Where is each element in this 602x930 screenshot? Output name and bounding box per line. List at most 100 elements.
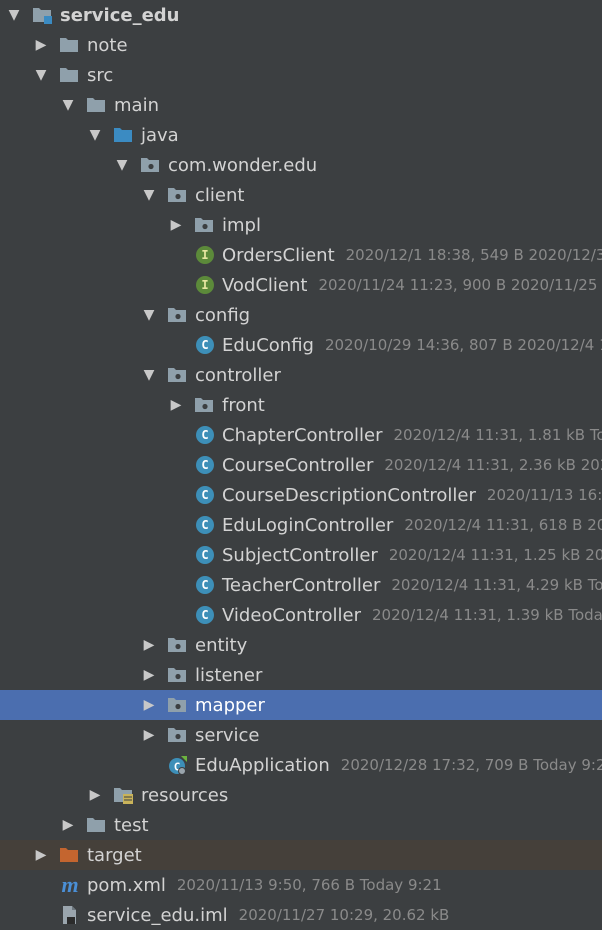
tree-row-service[interactable]: ▶ service bbox=[0, 720, 602, 750]
tree-row-ordersclient[interactable]: I OrdersClient 2020/12/1 18:38, 549 B 2020… bbox=[0, 240, 602, 270]
tree-row-vodclient[interactable]: I VodClient 2020/11/24 11:23, 900 B 2020/1… bbox=[0, 270, 602, 300]
tree-row-controller[interactable]: ▼ controller bbox=[0, 360, 602, 390]
tree-row-eduapplication[interactable]: C EduApplication 2020/12/28 17:32, 709 B T… bbox=[0, 750, 602, 780]
tree-row-label: TeacherController bbox=[222, 574, 381, 596]
tree-row-front[interactable]: ▶ front bbox=[0, 390, 602, 420]
tree-row-label: SubjectController bbox=[222, 544, 378, 566]
tree-row-meta: 2020/12/1 18:38, 549 B 2020/12/3 bbox=[345, 246, 602, 264]
tree-row-chaptercontroller[interactable]: C ChapterController 2020/12/4 11:31, 1.81 … bbox=[0, 420, 602, 450]
tree-row-java[interactable]: ▼ java bbox=[0, 120, 602, 150]
tree-row-coursecontroller[interactable]: C CourseController 2020/12/4 11:31, 2.36 k… bbox=[0, 450, 602, 480]
tree-row-label: service_edu.iml bbox=[87, 904, 228, 926]
class-icon-letter: C bbox=[196, 486, 214, 504]
tree-row-label: entity bbox=[195, 634, 248, 656]
collapse-arrow-icon[interactable]: ▶ bbox=[87, 780, 103, 810]
class-icon: C bbox=[194, 450, 216, 480]
package-icon bbox=[167, 630, 189, 660]
arrow-spacer bbox=[168, 420, 184, 450]
tree-row-videocontroller[interactable]: C VideoController 2020/12/4 11:31, 1.39 kB… bbox=[0, 600, 602, 630]
tree-row-label: mapper bbox=[195, 694, 265, 716]
folder-icon bbox=[59, 30, 81, 60]
arrow-spacer bbox=[33, 870, 49, 900]
tree-row-impl[interactable]: ▶ impl bbox=[0, 210, 602, 240]
class-icon: C bbox=[194, 330, 216, 360]
tree-row-pom-xml[interactable]: m pom.xml 2020/11/13 9:50, 766 B Today 9:2… bbox=[0, 870, 602, 900]
expand-arrow-icon[interactable]: ▼ bbox=[141, 300, 157, 330]
tree-row-label: client bbox=[195, 184, 245, 206]
collapse-arrow-icon[interactable]: ▶ bbox=[141, 660, 157, 690]
tree-row-com-wonder-edu[interactable]: ▼ com.wonder.edu bbox=[0, 150, 602, 180]
collapse-arrow-icon[interactable]: ▶ bbox=[141, 690, 157, 720]
class-icon-letter: C bbox=[196, 336, 214, 354]
collapse-arrow-icon[interactable]: ▶ bbox=[168, 390, 184, 420]
tree-row-target[interactable]: ▶ target bbox=[0, 840, 602, 870]
maven-letter: m bbox=[61, 872, 79, 897]
collapse-arrow-icon[interactable]: ▶ bbox=[33, 840, 49, 870]
interface-icon-letter: I bbox=[196, 276, 214, 294]
arrow-spacer bbox=[141, 750, 157, 780]
tree-row-label: target bbox=[87, 844, 142, 866]
tree-row-coursedescriptioncontroller[interactable]: C CourseDescriptionController 2020/11/13 1… bbox=[0, 480, 602, 510]
expand-arrow-icon[interactable]: ▼ bbox=[87, 120, 103, 150]
collapse-arrow-icon[interactable]: ▶ bbox=[33, 30, 49, 60]
collapse-arrow-icon[interactable]: ▶ bbox=[141, 720, 157, 750]
tree-row-test[interactable]: ▶ test bbox=[0, 810, 602, 840]
tree-row-config[interactable]: ▼ config bbox=[0, 300, 602, 330]
tree-row-label: VodClient bbox=[222, 274, 308, 296]
expand-arrow-icon[interactable]: ▼ bbox=[33, 60, 49, 90]
tree-row-label: CourseController bbox=[222, 454, 374, 476]
package-icon bbox=[167, 180, 189, 210]
tree-row-educonfig[interactable]: C EduConfig 2020/10/29 14:36, 807 B 2020/1… bbox=[0, 330, 602, 360]
tree-row-mapper[interactable]: ▶ mapper bbox=[0, 690, 602, 720]
class-icon: C bbox=[194, 480, 216, 510]
expand-arrow-icon[interactable]: ▼ bbox=[6, 0, 22, 30]
tree-row-entity[interactable]: ▶ entity bbox=[0, 630, 602, 660]
tree-row-src[interactable]: ▼ src bbox=[0, 60, 602, 90]
expand-arrow-icon[interactable]: ▼ bbox=[141, 360, 157, 390]
tree-row-label: service_edu bbox=[60, 4, 180, 26]
tree-row-listener[interactable]: ▶ listener bbox=[0, 660, 602, 690]
expand-arrow-icon[interactable]: ▼ bbox=[60, 90, 76, 120]
tree-row-label: config bbox=[195, 304, 251, 326]
interface-icon: I bbox=[194, 270, 216, 300]
class-icon-letter: C bbox=[196, 456, 214, 474]
tree-row-main[interactable]: ▼ main bbox=[0, 90, 602, 120]
tree-row-service-edu[interactable]: ▼ service_edu bbox=[0, 0, 602, 30]
collapse-arrow-icon[interactable]: ▶ bbox=[60, 810, 76, 840]
collapse-arrow-icon[interactable]: ▶ bbox=[141, 630, 157, 660]
project-tree: ▼ service_edu ▶ note ▼ src ▼ main ▼ java ▼ com.wond… bbox=[0, 0, 602, 930]
tree-row-label: impl bbox=[222, 214, 261, 236]
tree-row-meta: 2020/11/13 9:50, 766 B Today 9:21 bbox=[176, 876, 442, 894]
arrow-spacer bbox=[33, 900, 49, 930]
tree-row-meta: 2020/12/4 11:31, 1.81 kB Tod bbox=[393, 426, 602, 444]
arrow-spacer bbox=[168, 240, 184, 270]
arrow-spacer bbox=[168, 270, 184, 300]
tree-row-resources[interactable]: ▶ resources bbox=[0, 780, 602, 810]
excluded-folder-icon bbox=[59, 840, 81, 870]
source-folder-icon bbox=[113, 120, 135, 150]
tree-row-label: com.wonder.edu bbox=[168, 154, 318, 176]
folder-icon bbox=[59, 60, 81, 90]
tree-row-label: src bbox=[87, 64, 114, 86]
expand-arrow-icon[interactable]: ▼ bbox=[141, 180, 157, 210]
tree-row-client[interactable]: ▼ client bbox=[0, 180, 602, 210]
module-file-icon bbox=[59, 900, 81, 930]
expand-arrow-icon[interactable]: ▼ bbox=[114, 150, 130, 180]
class-icon-letter: C bbox=[196, 606, 214, 624]
tree-row-teachercontroller[interactable]: C TeacherController 2020/12/4 11:31, 4.29 … bbox=[0, 570, 602, 600]
tree-row-subjectcontroller[interactable]: C SubjectController 2020/12/4 11:31, 1.25 … bbox=[0, 540, 602, 570]
tree-row-label: test bbox=[114, 814, 149, 836]
tree-row-service-edu-iml[interactable]: service_edu.iml 2020/11/27 10:29, 20.62 k… bbox=[0, 900, 602, 930]
arrow-spacer bbox=[168, 480, 184, 510]
tree-row-label: java bbox=[141, 124, 179, 146]
class-icon: C bbox=[194, 570, 216, 600]
tree-row-label: VideoController bbox=[222, 604, 361, 626]
tree-row-edulogincontroller[interactable]: C EduLoginController 2020/12/4 11:31, 618 … bbox=[0, 510, 602, 540]
tree-row-label: ChapterController bbox=[222, 424, 383, 446]
arrow-spacer bbox=[168, 570, 184, 600]
collapse-arrow-icon[interactable]: ▶ bbox=[168, 210, 184, 240]
folder-icon bbox=[86, 810, 108, 840]
tree-row-label: EduApplication bbox=[195, 754, 330, 776]
tree-row-meta: 2020/12/4 11:31, 1.25 kB 2020 bbox=[388, 546, 602, 564]
tree-row-note[interactable]: ▶ note bbox=[0, 30, 602, 60]
